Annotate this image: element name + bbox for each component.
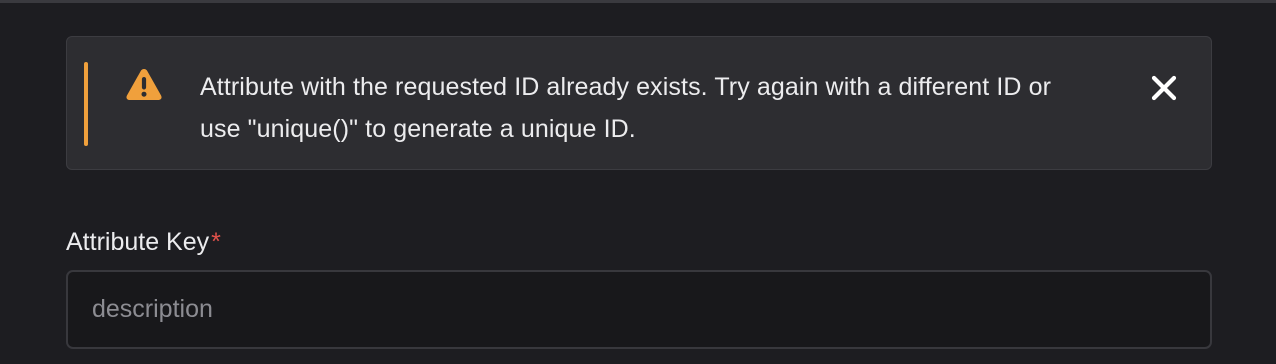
attribute-key-label: Attribute Key* — [66, 224, 221, 260]
required-marker: * — [211, 228, 221, 256]
attribute-key-input[interactable] — [68, 272, 1210, 347]
alert-message: Attribute with the requested ID already … — [200, 73, 1052, 143]
top-divider — [0, 0, 1276, 3]
error-alert: Attribute with the requested ID already … — [66, 36, 1212, 170]
attribute-key-label-text: Attribute Key — [66, 228, 210, 256]
close-button[interactable] — [1145, 71, 1183, 109]
attribute-key-field[interactable] — [66, 270, 1212, 349]
close-icon[interactable] — [1151, 75, 1177, 106]
warning-triangle-icon — [125, 67, 163, 101]
alert-accent-bar — [84, 62, 88, 146]
